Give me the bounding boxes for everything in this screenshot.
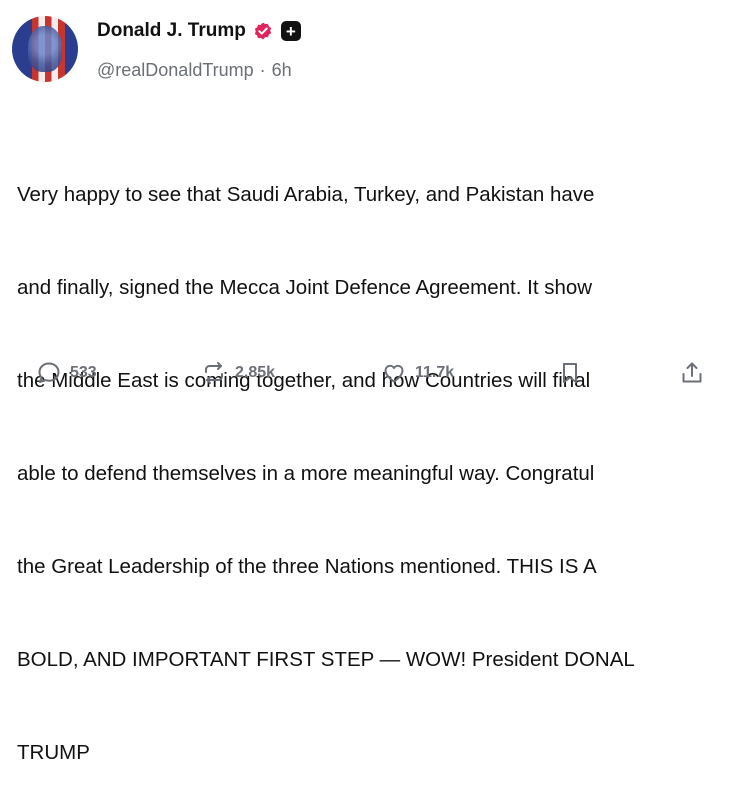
author-name-row: Donald J. Trump + xyxy=(97,20,301,42)
reply-count: 533 xyxy=(70,364,97,381)
action-bar: 533 2.85k 11.7k xyxy=(0,360,744,396)
bookmark-icon xyxy=(563,363,577,383)
like-button[interactable]: 11.7k xyxy=(381,360,454,386)
post-line: the Great Leadership of the three Nation… xyxy=(17,555,597,578)
repost-count: 2.85k xyxy=(235,364,276,381)
avatar-portrait xyxy=(28,26,62,72)
post-line: Very happy to see that Saudi Arabia, Tur… xyxy=(17,183,595,206)
heart-icon xyxy=(384,364,404,383)
avatar[interactable] xyxy=(12,16,78,82)
verified-badge-icon xyxy=(253,21,273,41)
post-line: able to defend themselves in a more mean… xyxy=(17,462,595,485)
bookmark-button[interactable] xyxy=(557,360,583,386)
repost-button[interactable]: 2.85k xyxy=(201,360,275,386)
meta-separator: · xyxy=(259,60,266,80)
comment-icon xyxy=(38,362,60,383)
author-meta: @realDonaldTrump · 6h xyxy=(97,60,292,81)
share-icon xyxy=(682,362,702,383)
post-line: TRUMP xyxy=(17,741,90,764)
reply-button[interactable]: 533 xyxy=(36,360,97,386)
share-button[interactable] xyxy=(679,360,705,386)
author-name[interactable]: Donald J. Trump xyxy=(97,20,246,42)
post-line: BOLD, AND IMPORTANT FIRST STEP — WOW! Pr… xyxy=(17,648,635,671)
post-line: and finally, signed the Mecca Joint Defe… xyxy=(17,276,593,299)
post-timestamp[interactable]: 6h xyxy=(272,60,292,81)
post-body: Very happy to see that Saudi Arabia, Tur… xyxy=(17,117,744,799)
repost-icon xyxy=(205,362,223,384)
author-handle[interactable]: @realDonaldTrump xyxy=(97,60,254,81)
like-count: 11.7k xyxy=(415,364,455,381)
plus-icon[interactable]: + xyxy=(280,21,301,41)
